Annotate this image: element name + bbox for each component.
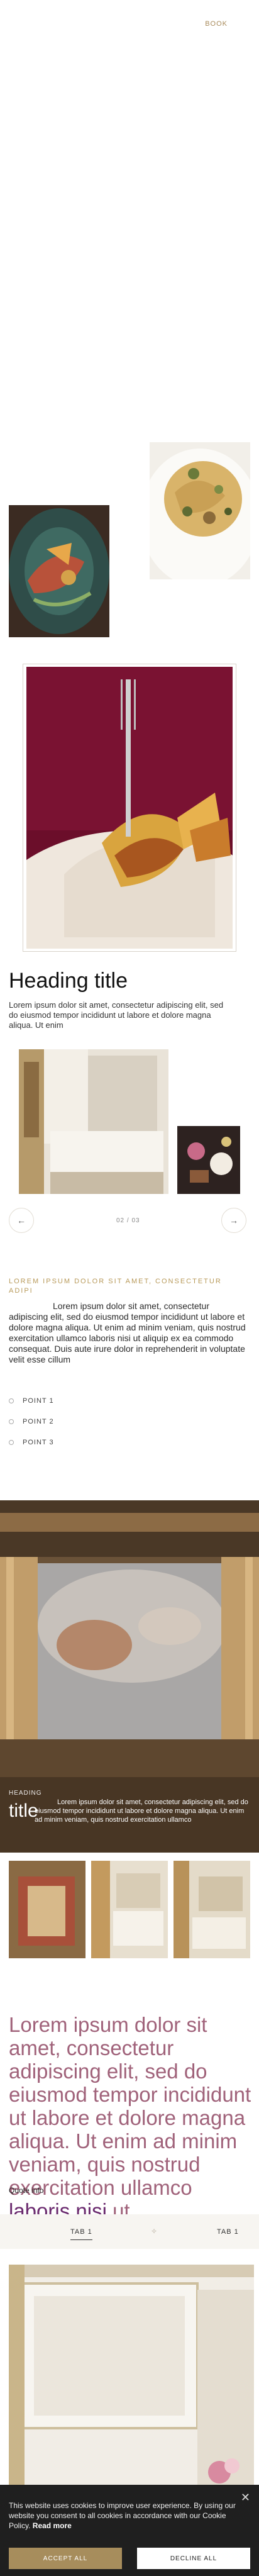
tab-1[interactable]: TAB 1	[70, 2228, 92, 2240]
book-link[interactable]: BOOK	[205, 20, 228, 28]
carousel-main-image[interactable]	[19, 1049, 168, 1194]
hero-label: HEADING	[9, 1790, 42, 1797]
point-item: POINT 3	[9, 1432, 54, 1452]
tab-2[interactable]: TAB 1	[217, 2228, 239, 2236]
cookie-text: This website uses cookies to improve use…	[9, 2501, 241, 2531]
fork-food-photo	[26, 667, 233, 949]
quote-info: Quote info	[9, 2186, 44, 2195]
gallery-thumb-3[interactable]	[174, 1861, 250, 1958]
gallery-thumb-2[interactable]	[91, 1861, 168, 1958]
point-label: POINT 3	[23, 1438, 54, 1446]
tab-bar: TAB 1 ✧ TAB 1	[0, 2214, 259, 2249]
bullet-icon	[9, 1439, 14, 1445]
sparkle-icon: ✧	[151, 2227, 158, 2236]
pasta-photo	[150, 442, 250, 579]
accept-all-button[interactable]: ACCEPT ALL	[9, 2548, 122, 2569]
big-quote: Lorem ipsum dolor sit amet, consectetur …	[9, 2013, 254, 2222]
point-item: POINT 2	[9, 1411, 54, 1432]
points-list: POINT 1 POINT 2 POINT 3	[9, 1390, 54, 1452]
cookie-banner: ✕ This website uses cookies to improve u…	[0, 2485, 259, 2576]
gallery-thumb-1[interactable]	[9, 1861, 85, 1958]
read-more-link[interactable]: Read more	[33, 2521, 72, 2530]
intro-eyebrow: LOREM IPSUM DOLOR SIT AMET, CONSECTETUR …	[9, 1278, 222, 1295]
bullet-icon	[9, 1419, 14, 1424]
carousel-next-button[interactable]: →	[221, 1208, 246, 1233]
quote-text: Lorem ipsum dolor sit amet, consectetur …	[9, 2013, 251, 2199]
arrow-right-icon: →	[229, 1215, 238, 1225]
point-item: POINT 1	[9, 1390, 54, 1411]
intro-paragraph: Lorem ipsum dolor sit amet, consectetur …	[9, 1301, 246, 1364]
room-image	[9, 2265, 254, 2491]
point-label: POINT 2	[23, 1417, 54, 1425]
decline-all-button[interactable]: DECLINE ALL	[137, 2548, 250, 2569]
bullet-icon	[9, 1398, 14, 1403]
dish-photo	[9, 505, 109, 637]
carousel-prev-button[interactable]: ←	[9, 1208, 34, 1233]
close-icon[interactable]: ✕	[241, 2491, 250, 2504]
section-heading: Heading title	[9, 969, 128, 993]
point-label: POINT 1	[23, 1397, 54, 1405]
carousel-next-image[interactable]	[177, 1126, 240, 1194]
hero-title: title	[9, 1800, 38, 1821]
carousel-counter: 02 / 03	[116, 1217, 140, 1224]
hero-text: Lorem ipsum dolor sit amet, consectetur …	[35, 1798, 248, 1824]
arrow-left-icon: ←	[17, 1215, 26, 1225]
section-body: Lorem ipsum dolor sit amet, consectetur …	[9, 1000, 224, 1030]
